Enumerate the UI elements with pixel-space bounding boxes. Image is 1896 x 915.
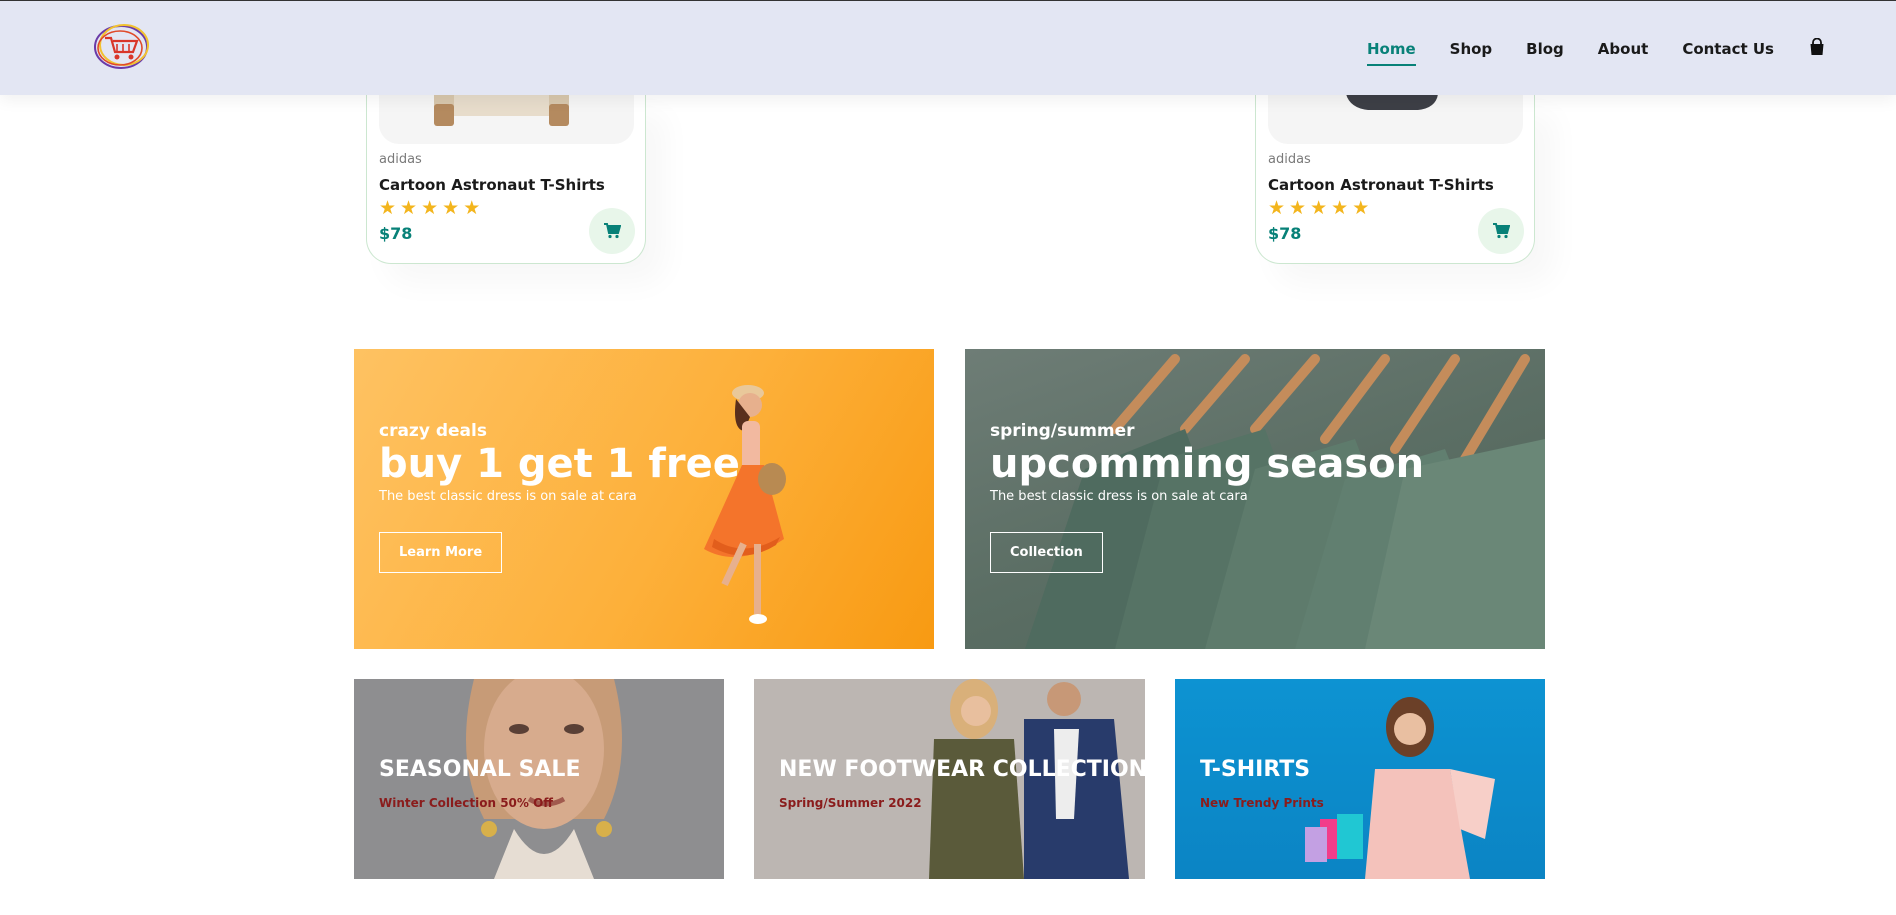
product-price: $78 <box>379 224 413 243</box>
upcoming-season-banner: spring/summer upcomming season The best … <box>965 349 1545 649</box>
star-icon: ★ <box>463 197 481 219</box>
shopping-bag-icon <box>1810 37 1824 55</box>
star-icon: ★ <box>442 197 460 219</box>
star-rating: ★ ★ ★ ★ ★ <box>1268 198 1369 218</box>
banner-headline: upcomming season <box>990 441 1425 487</box>
product-image <box>379 94 634 144</box>
product-brand: adidas <box>379 152 422 167</box>
seasonal-sale-banner[interactable]: SEASONAL SALE Winter Collection 50% Off <box>354 679 724 879</box>
season-text: spring/summer upcomming season The best … <box>990 421 1424 504</box>
main-nav: Home Shop Blog About Contact Us <box>1366 1 1826 96</box>
nav-blog-link[interactable]: Blog <box>1526 36 1564 62</box>
cart-icon <box>1493 223 1510 239</box>
star-icon: ★ <box>1310 197 1328 219</box>
model-woman-illustration <box>704 385 786 624</box>
product-card[interactable]: adidas Cartoon Astronaut T-Shirts ★ ★ ★ ★ ★ … <box>1255 94 1535 264</box>
cart-icon <box>604 223 621 239</box>
banner-title: NEW FOOTWEAR COLLECTION <box>779 757 1145 782</box>
deals-text: crazy deals buy 1 get 1 free The best cl… <box>379 421 740 504</box>
site-header: Home Shop Blog About Contact Us <box>0 0 1896 95</box>
learn-more-button[interactable]: Learn More <box>379 532 503 573</box>
nav-shop-link[interactable]: Shop <box>1450 36 1493 62</box>
banner-headline: buy 1 get 1 free <box>379 441 740 487</box>
star-icon: ★ <box>400 197 418 219</box>
model-shopping-illustration <box>1305 697 1495 879</box>
tshirts-banner[interactable]: T-SHIRTS New Trendy Prints <box>1175 679 1545 879</box>
crazy-deals-banner: crazy deals buy 1 get 1 free The best cl… <box>354 349 934 649</box>
collection-button[interactable]: Collection <box>990 532 1103 573</box>
banner-subtitle: New Trendy Prints <box>1200 796 1324 810</box>
banner-subtitle: The best classic dress is on sale at car… <box>379 489 637 504</box>
product-price: $78 <box>1268 224 1302 243</box>
product-brand: adidas <box>1268 152 1311 167</box>
product-image <box>1268 94 1523 144</box>
nav-home-link[interactable]: Home <box>1366 36 1416 66</box>
banner-title: T-SHIRTS <box>1200 757 1311 782</box>
star-icon: ★ <box>421 197 439 219</box>
star-icon: ★ <box>1268 197 1286 219</box>
banner-title: SEASONAL SALE <box>379 757 581 782</box>
footwear-collection-banner[interactable]: NEW FOOTWEAR COLLECTION Spring/Summer 20… <box>754 679 1145 879</box>
banner-kicker: spring/summer <box>990 421 1135 441</box>
add-to-cart-button[interactable] <box>1478 208 1524 254</box>
star-icon: ★ <box>1289 197 1307 219</box>
shop-logo-icon[interactable] <box>93 21 153 71</box>
banner-subtitle: Spring/Summer 2022 <box>779 796 922 810</box>
product-card[interactable]: adidas Cartoon Astronaut T-Shirts ★ ★ ★ ★ ★ … <box>366 94 646 264</box>
banner-kicker: crazy deals <box>379 421 487 441</box>
star-icon: ★ <box>1331 197 1349 219</box>
nav-about-link[interactable]: About <box>1598 36 1649 62</box>
star-icon: ★ <box>1352 197 1370 219</box>
banner-subtitle: The best classic dress is on sale at car… <box>990 489 1248 504</box>
add-to-cart-button[interactable] <box>589 208 635 254</box>
star-icon: ★ <box>379 197 397 219</box>
banner-subtitle: Winter Collection 50% Off <box>379 796 554 810</box>
product-name[interactable]: Cartoon Astronaut T-Shirts <box>379 176 605 194</box>
nav-contact-link[interactable]: Contact Us <box>1682 36 1774 62</box>
cart-link[interactable] <box>1808 34 1826 64</box>
product-name[interactable]: Cartoon Astronaut T-Shirts <box>1268 176 1494 194</box>
star-rating: ★ ★ ★ ★ ★ <box>379 198 480 218</box>
